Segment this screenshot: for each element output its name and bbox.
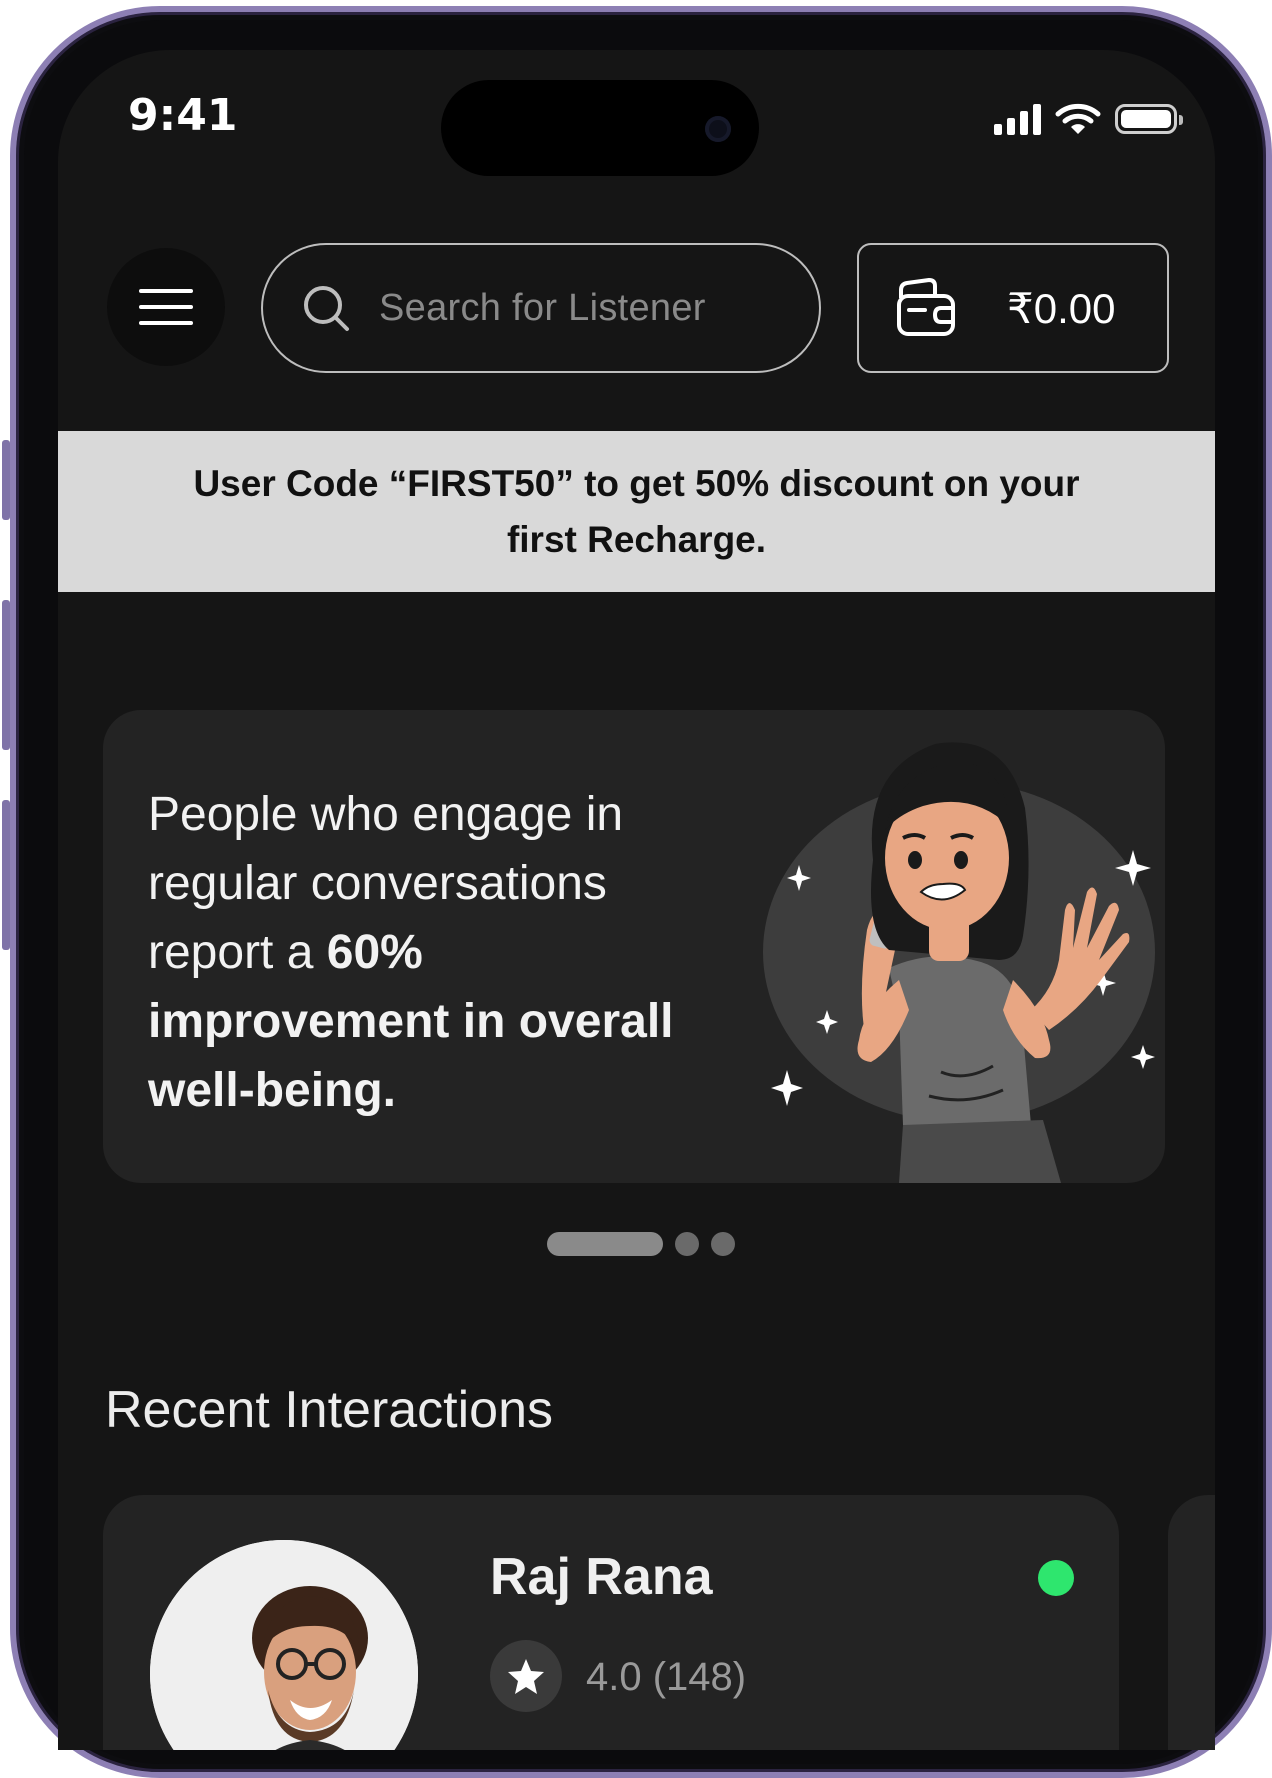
wifi-icon bbox=[1055, 103, 1101, 134]
star-icon bbox=[508, 1659, 544, 1694]
recent-interactions-title: Recent Interactions bbox=[105, 1381, 554, 1439]
volume-up-button bbox=[2, 600, 10, 750]
avatar bbox=[150, 1540, 418, 1750]
online-status-indicator bbox=[1038, 1560, 1074, 1596]
pagination-dot-active[interactable] bbox=[547, 1232, 663, 1256]
search-icon bbox=[304, 286, 349, 331]
volume-down-button bbox=[2, 800, 10, 950]
rating-text: 4.0 (148) bbox=[586, 1655, 747, 1699]
dynamic-island bbox=[441, 80, 759, 176]
wallet-icon bbox=[897, 278, 955, 336]
carousel-banner[interactable]: People who engage in regular conversatio… bbox=[103, 710, 1165, 1183]
wallet-button[interactable]: ₹0.00 bbox=[857, 243, 1169, 373]
action-button bbox=[2, 440, 10, 520]
battery-icon bbox=[1115, 104, 1183, 134]
status-icons bbox=[994, 102, 1183, 136]
listener-name: Raj Rana bbox=[490, 1548, 713, 1606]
search-placeholder: Search for Listener bbox=[379, 286, 706, 329]
status-time: 9:41 bbox=[128, 90, 238, 141]
pagination-dot[interactable] bbox=[711, 1232, 735, 1256]
woman-on-phone-illustration bbox=[763, 742, 1155, 1183]
listener-card-next[interactable] bbox=[1168, 1495, 1215, 1750]
carousel-pagination[interactable] bbox=[547, 1232, 735, 1256]
banner-text: People who engage in regular conversatio… bbox=[148, 780, 708, 1125]
rating-badge bbox=[490, 1640, 562, 1712]
camera-icon bbox=[705, 116, 731, 142]
menu-button[interactable] bbox=[107, 248, 225, 366]
listener-card[interactable]: Raj Rana 4.0 (148) bbox=[103, 1495, 1119, 1750]
search-input[interactable]: Search for Listener bbox=[261, 243, 821, 373]
wallet-balance: ₹0.00 bbox=[1007, 284, 1116, 332]
signal-icon bbox=[994, 103, 1041, 135]
promo-banner[interactable]: User Code “FIRST50” to get 50% discount … bbox=[58, 431, 1215, 592]
pagination-dot[interactable] bbox=[675, 1232, 699, 1256]
app-screen: 9:41 Search for Listener ₹0.00 User Code… bbox=[58, 50, 1215, 1750]
promo-text: User Code “FIRST50” to get 50% discount … bbox=[193, 462, 1080, 560]
listener-photo bbox=[150, 1540, 418, 1750]
